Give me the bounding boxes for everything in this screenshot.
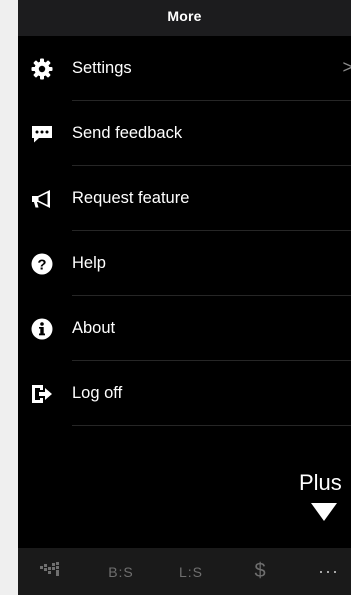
- svg-text:?: ?: [37, 257, 46, 274]
- menu-item-label: Send feedback: [72, 124, 183, 142]
- tab-bs[interactable]: B:S: [93, 548, 149, 595]
- top-bar: More: [18, 0, 351, 36]
- dashboard-icon: [40, 562, 62, 581]
- chat-bubble-icon: [30, 122, 54, 146]
- plus-annotation-label: Plus: [299, 470, 342, 495]
- more-menu: Settings > Send feedback Request feature…: [18, 36, 351, 426]
- question-circle-icon: ?: [30, 252, 54, 276]
- menu-item-label: Settings: [72, 59, 132, 77]
- bottom-tab-bar: B:S L:S $ ···: [18, 548, 351, 595]
- divider: [72, 425, 351, 426]
- menu-item-about[interactable]: About: [18, 296, 351, 361]
- more-dots-icon: ···: [318, 561, 339, 581]
- megaphone-icon: [30, 187, 54, 211]
- tab-dashboard[interactable]: [26, 548, 76, 595]
- menu-item-label: About: [72, 319, 116, 337]
- sign-out-icon: [30, 382, 54, 406]
- tab-more[interactable]: ···: [306, 548, 351, 595]
- menu-item-settings[interactable]: Settings >: [18, 36, 351, 101]
- menu-item-label: Help: [72, 254, 106, 272]
- menu-item-request-feature[interactable]: Request feature: [18, 166, 351, 231]
- info-circle-icon: [30, 317, 54, 341]
- dollar-icon: $: [254, 560, 266, 582]
- app-screen: More Settings > Send feedback Request fe…: [18, 0, 351, 595]
- tab-cash[interactable]: $: [235, 548, 285, 595]
- tab-label: B:S: [108, 563, 134, 580]
- page-title: More: [167, 8, 202, 24]
- menu-item-log-off[interactable]: Log off: [18, 361, 351, 426]
- gear-icon: [30, 57, 54, 81]
- menu-item-help[interactable]: ? Help: [18, 231, 351, 296]
- chevron-right-icon: >: [342, 57, 351, 77]
- menu-item-label: Log off: [72, 384, 123, 402]
- menu-item-label: Request feature: [72, 189, 190, 207]
- menu-item-send-feedback[interactable]: Send feedback: [18, 101, 351, 166]
- tab-ls[interactable]: L:S: [163, 548, 219, 595]
- down-arrow-icon: [311, 503, 337, 521]
- tab-label: L:S: [178, 563, 203, 580]
